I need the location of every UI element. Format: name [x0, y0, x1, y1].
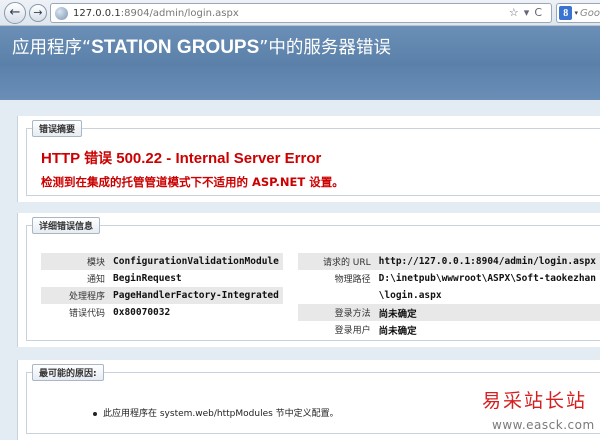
url-host: 127.0.0.1	[73, 7, 121, 19]
table-row: 登录用户 尚未确定	[298, 321, 600, 338]
detail-value: ConfigurationValidationModule	[109, 253, 283, 270]
error-summary-legend: 错误摘要	[32, 120, 83, 137]
reload-icon[interactable]: C	[534, 6, 547, 19]
address-bar[interactable]: 127.0.0.1:8904/admin/login.aspx ☆▾C	[50, 3, 552, 23]
error-description: 检测到在集成的托管管道模式下不适用的 ASP.NET 设置。	[41, 175, 344, 189]
detail-key: 处理程序	[41, 287, 109, 304]
detail-value: PageHandlerFactory-Integrated	[109, 287, 283, 304]
url-path: :8904/admin/login.aspx	[120, 7, 239, 19]
title-suffix: ”中的服务器错误	[259, 37, 391, 58]
error-details-panel: 详细错误信息 模块 ConfigurationValidationModule 通…	[17, 213, 600, 347]
watermark-url: www.easck.com	[492, 418, 595, 432]
table-row: 通知 BeginRequest	[41, 270, 283, 287]
error-details-legend: 详细错误信息	[32, 217, 101, 234]
detail-key: 错误代码	[68, 309, 105, 319]
search-box[interactable]: 8 ▾ Goo	[556, 3, 600, 23]
page-title: 应用程序“STATION GROUPS”中的服务器错误	[12, 34, 391, 59]
detail-value: 尚未确定	[374, 304, 600, 321]
physical-path-value: D:\inetpub\wwwroot\ASPX\Soft-taokezhan	[378, 273, 596, 284]
detail-value: BeginRequest	[113, 273, 182, 284]
star-icon[interactable]: ☆	[509, 6, 524, 19]
forward-arrow-icon: →	[33, 6, 43, 19]
error-title-rest: 500.22 - Internal Server Error	[112, 150, 322, 167]
details-right-table: 请求的 URL http://127.0.0.1:8904/admin/login…	[298, 253, 600, 338]
title-app-name: STATION GROUPS	[91, 36, 260, 58]
physical-path-value-cont: \login.aspx	[378, 290, 442, 301]
dropdown-arrow-icon[interactable]: ▾	[524, 6, 535, 19]
bullet-icon	[93, 411, 97, 416]
table-row: 处理程序 PageHandlerFactory-Integrated	[41, 287, 283, 304]
cause-text: 此应用程序在 system.web/httpModules 节中定义配置。	[103, 409, 339, 419]
forward-button[interactable]: →	[29, 3, 47, 22]
details-left-table: 模块 ConfigurationValidationModule 通知 BeginR…	[41, 253, 283, 321]
globe-icon	[55, 6, 68, 20]
table-row: 物理路径 D:\inetpub\wwwroot\ASPX\Soft-taokezh…	[298, 270, 600, 287]
detail-key: 登录方法	[298, 304, 375, 321]
watermark-logo-text: 易采站长站	[482, 390, 588, 412]
detail-key: 模块	[41, 253, 109, 270]
detail-key: 请求的 URL	[298, 253, 375, 270]
error-title-code: HTTP	[41, 150, 85, 167]
search-placeholder: Goo	[580, 7, 600, 19]
table-row: \login.aspx	[298, 287, 600, 304]
table-row: 请求的 URL http://127.0.0.1:8904/admin/login…	[298, 253, 600, 270]
detail-key: 登录用户	[334, 326, 371, 336]
page-header: 应用程序“STATION GROUPS”中的服务器错误	[0, 26, 600, 66]
table-row: 错误代码 0x80070032	[41, 304, 283, 321]
detail-key: 通知	[86, 275, 105, 285]
causes-legend: 最可能的原因:	[32, 364, 104, 381]
search-engine-dropdown-icon[interactable]: ▾	[574, 9, 578, 17]
address-bar-icons: ☆▾C	[509, 6, 547, 19]
title-prefix: 应用程序“	[12, 37, 92, 58]
error-summary-panel: 错误摘要 HTTP 错误 500.22 - Internal Server Er…	[17, 116, 600, 202]
detail-value: 尚未确定	[378, 325, 417, 337]
search-engine-icon[interactable]: 8	[559, 6, 573, 20]
table-row: 登录方法 尚未确定	[298, 304, 600, 321]
back-button[interactable]: ←	[4, 1, 26, 24]
request-url-value: http://127.0.0.1:8904/admin/login.aspx	[374, 253, 600, 270]
site-watermark: 易采站长站 www.easck.com	[480, 383, 600, 440]
header-band	[0, 66, 600, 100]
detail-key: 物理路径	[334, 275, 371, 285]
error-title: HTTP 错误 500.22 - Internal Server Error	[41, 148, 321, 168]
error-title-zh: 错误	[84, 151, 113, 167]
table-row: 模块 ConfigurationValidationModule	[41, 253, 283, 270]
browser-toolbar: ← → 127.0.0.1:8904/admin/login.aspx ☆▾C …	[0, 0, 600, 26]
detail-value: 0x80070032	[113, 307, 171, 318]
address-text: 127.0.0.1:8904/admin/login.aspx	[73, 8, 239, 19]
back-arrow-icon: ←	[9, 5, 21, 20]
list-item: 此应用程序在 system.web/httpModules 节中定义配置。	[93, 406, 339, 419]
